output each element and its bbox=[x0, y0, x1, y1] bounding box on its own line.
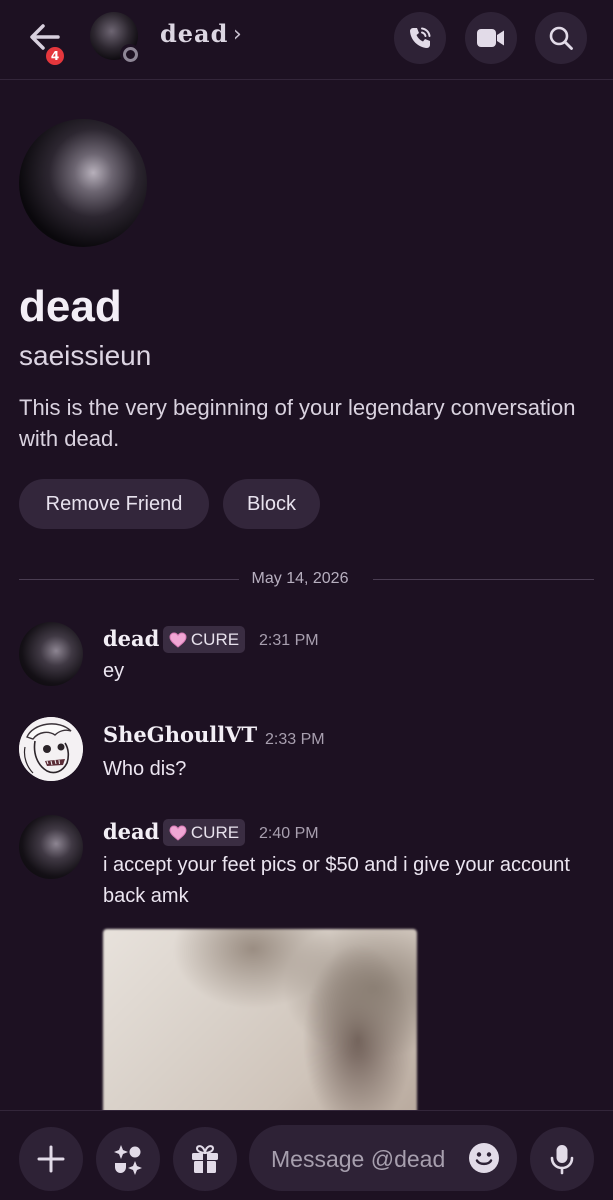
search-button[interactable] bbox=[535, 12, 587, 64]
heart-icon bbox=[169, 631, 187, 648]
divider-line-left bbox=[19, 579, 239, 580]
message-text: i accept your feet pics or $50 and i giv… bbox=[103, 854, 570, 907]
profile-avatar[interactable] bbox=[19, 119, 147, 247]
unread-count-badge: 4 bbox=[43, 44, 67, 68]
divider-line-right bbox=[373, 579, 594, 580]
offline-status-icon bbox=[120, 44, 140, 64]
channel-name[interactable]: dead bbox=[160, 19, 228, 48]
block-button[interactable]: Block bbox=[223, 479, 320, 529]
guild-tag-badge[interactable]: CURE bbox=[163, 819, 245, 846]
message-text: Who dis? bbox=[103, 758, 187, 780]
message-timestamp: 2:33 PM bbox=[265, 731, 325, 748]
dm-header: 4 dead › bbox=[0, 0, 613, 80]
voice-message-button[interactable] bbox=[530, 1127, 594, 1191]
message-timestamp: 2:40 PM bbox=[259, 825, 319, 842]
add-attachment-button[interactable] bbox=[19, 1127, 83, 1191]
date-divider: May 14, 2026 bbox=[251, 570, 349, 587]
message-input-container[interactable] bbox=[249, 1125, 517, 1191]
voice-call-button[interactable] bbox=[394, 12, 446, 64]
video-camera-icon bbox=[477, 29, 504, 47]
phone-call-icon bbox=[410, 27, 431, 48]
message-author[interactable]: SheGhoullVT bbox=[103, 722, 257, 747]
dm-screen: 4 dead › dead saeissieun This is the ver… bbox=[0, 0, 613, 1200]
chevron-right-icon[interactable]: › bbox=[233, 22, 242, 47]
message-input[interactable] bbox=[269, 1143, 463, 1175]
plus-icon bbox=[37, 1145, 65, 1173]
guild-tag-text: CURE bbox=[190, 822, 240, 842]
message-avatar[interactable] bbox=[19, 622, 83, 686]
guild-tag-badge[interactable]: CURE bbox=[163, 626, 245, 653]
guild-tag-text: CURE bbox=[190, 629, 240, 649]
gift-button[interactable] bbox=[173, 1127, 237, 1191]
gift-icon bbox=[192, 1145, 218, 1173]
profile-display-name: dead bbox=[19, 282, 122, 331]
emoji-icon[interactable] bbox=[468, 1142, 500, 1174]
remove-friend-button[interactable]: Remove Friend bbox=[19, 479, 209, 529]
message-text: ey bbox=[103, 660, 125, 682]
message-composer bbox=[0, 1110, 613, 1200]
apps-button[interactable] bbox=[96, 1127, 160, 1191]
profile-username: saeissieun bbox=[19, 340, 152, 371]
microphone-icon bbox=[550, 1145, 574, 1175]
message-avatar[interactable] bbox=[19, 717, 83, 781]
ghoul-avatar-art bbox=[19, 717, 83, 781]
image-attachment[interactable] bbox=[103, 929, 417, 1116]
message-author[interactable]: dead bbox=[103, 819, 159, 844]
message-author[interactable]: dead bbox=[103, 626, 159, 651]
message-avatar[interactable] bbox=[19, 815, 83, 879]
message-timestamp: 2:31 PM bbox=[259, 632, 319, 649]
heart-icon bbox=[169, 824, 187, 841]
video-call-button[interactable] bbox=[465, 12, 517, 64]
search-icon bbox=[549, 26, 573, 50]
conversation-intro-text: This is the very beginning of your legen… bbox=[19, 395, 576, 451]
apps-icon bbox=[114, 1145, 142, 1175]
